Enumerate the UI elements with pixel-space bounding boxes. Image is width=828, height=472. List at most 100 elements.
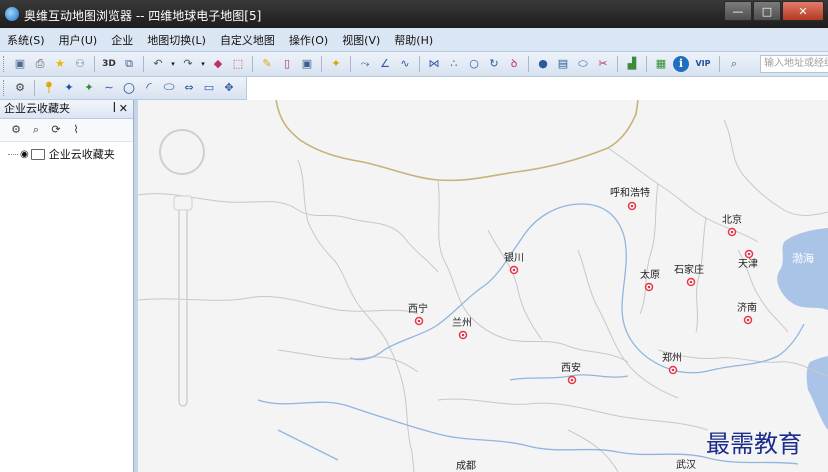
print-icon[interactable]: ⎙ <box>32 56 48 72</box>
panel-title: 企业云收藏夹 <box>4 102 70 115</box>
rectangle-icon[interactable]: ▭ <box>201 80 217 96</box>
rotate-icon[interactable]: ↻ <box>486 56 502 72</box>
city-taiyuan[interactable]: 太原 <box>640 268 660 292</box>
main-toolbar: ▣ ⎙ ★ ⚇ 3D ⧉ ↶ ▾ ↷ ▾ ◆ ⬚ ✎ ▯ ▣ ✦ ⤳ ∠ ∿ ⋈… <box>0 52 828 77</box>
city-chengdu[interactable]: 成都 <box>456 460 476 472</box>
image-icon[interactable]: ▤ <box>555 56 571 72</box>
ellipse-icon[interactable]: ⬭ <box>161 80 177 96</box>
city-xining[interactable]: 西宁 <box>408 302 428 326</box>
crosshair-icon[interactable]: ✥ <box>221 80 237 96</box>
city-yinchuan[interactable]: 银川 <box>504 251 524 275</box>
pin-blue-icon[interactable]: ✦ <box>61 80 77 96</box>
city-shijiazhuang[interactable]: 石家庄 <box>674 263 704 287</box>
map-compass <box>159 129 205 175</box>
city-label: 兰州 <box>452 316 472 329</box>
city-label: 太原 <box>640 268 660 281</box>
info-icon[interactable]: i <box>673 56 689 72</box>
city-tianjin[interactable]: 天津 <box>738 249 758 271</box>
menu-user[interactable]: 用户(U) <box>52 32 105 48</box>
settings-gear-icon[interactable]: ⚙ <box>8 122 24 138</box>
pencil-icon[interactable]: ✎ <box>259 56 275 72</box>
layers-icon[interactable]: ▦ <box>653 56 669 72</box>
vip-button[interactable]: VIP <box>693 56 713 72</box>
menu-map-switch[interactable]: 地图切换(L) <box>140 32 213 48</box>
city-label: 济南 <box>737 301 757 314</box>
curve-icon[interactable]: ∿ <box>397 56 413 72</box>
circle-draw-icon[interactable]: ○ <box>121 80 137 96</box>
city-zhengzhou[interactable]: 郑州 <box>662 351 682 375</box>
menu-custom-map[interactable]: 自定义地图 <box>213 32 282 48</box>
maximize-button[interactable]: □ <box>753 1 781 21</box>
city-label: 天津 <box>738 258 758 270</box>
city-jinan[interactable]: 济南 <box>737 301 757 325</box>
menu-enterprise[interactable]: 企业 <box>104 32 140 48</box>
split-icon[interactable]: ⋈ <box>426 56 442 72</box>
polyline-icon[interactable]: ∼ <box>101 80 117 96</box>
close-window-button[interactable]: ✕ <box>782 1 824 21</box>
ruler-icon[interactable]: ▯ <box>279 56 295 72</box>
close-panel-icon[interactable]: ✕ <box>119 100 128 118</box>
visibility-eye-icon[interactable]: ◉ <box>20 149 29 160</box>
eraser-icon[interactable]: ⬭ <box>575 56 591 72</box>
sea-label: 渤海 <box>792 251 814 265</box>
address-search-input[interactable]: 输入地址或经纬 <box>760 55 828 73</box>
minimize-button[interactable]: — <box>724 1 752 21</box>
city-label: 西宁 <box>408 302 428 315</box>
undo-icon[interactable]: ↶ <box>150 56 166 72</box>
settings-gear-icon[interactable]: ⚙ <box>12 80 28 96</box>
menu-help[interactable]: 帮助(H) <box>387 32 440 48</box>
arc-icon[interactable]: ◜ <box>141 80 157 96</box>
province-boundary <box>297 159 415 472</box>
city-xian[interactable]: 西安 <box>561 361 581 385</box>
refresh-icon[interactable]: ⟳ <box>48 122 64 138</box>
pin-panel-icon[interactable]: ꟾ <box>113 100 116 118</box>
pan-arrows-icon[interactable]: ⇔ <box>181 80 197 96</box>
magic-select-icon[interactable]: ✦ <box>328 56 344 72</box>
river <box>277 429 339 461</box>
city-label: 西安 <box>561 361 581 374</box>
save-icon[interactable]: ▣ <box>12 56 28 72</box>
dropdown-icon[interactable]: ▾ <box>200 56 206 72</box>
dropdown-icon[interactable]: ▾ <box>170 56 176 72</box>
chart-icon[interactable]: ▟ <box>624 56 640 72</box>
city-wuhan[interactable]: 武汉 <box>676 458 696 471</box>
menu-bar: 系统(S) 用户(U) 企业 地图切换(L) 自定义地图 操作(O) 视图(V)… <box>0 28 828 52</box>
search-icon[interactable]: ⌕ <box>726 56 742 72</box>
menu-system[interactable]: 系统(S) <box>0 32 52 48</box>
select-rect-icon[interactable]: ⬚ <box>230 56 246 72</box>
redo-icon[interactable]: ↷ <box>180 56 196 72</box>
city-label: 北京 <box>722 213 742 226</box>
paperclip-icon[interactable]: ⌇ <box>68 122 84 138</box>
toolbar-separator <box>719 56 720 72</box>
menu-view[interactable]: 视图(V) <box>335 32 387 48</box>
globe-icon[interactable]: ● <box>535 56 551 72</box>
map-view[interactable]: 呼和浩特 北京 银川 太原 石家庄 天津 西宁 兰州 济南 郑州 西安 成都 武… <box>138 100 828 472</box>
star-favorite-icon[interactable]: ★ <box>52 56 68 72</box>
toolbar-separator <box>94 56 95 72</box>
watermark: 最需教育 <box>706 430 802 458</box>
delete-icon[interactable]: ◆ <box>210 56 226 72</box>
tree-item-enterprise-favorites[interactable]: ◉ 企业云收藏夹 <box>8 146 115 162</box>
yellow-river <box>383 203 805 374</box>
scissors-icon[interactable]: ✂ <box>595 56 611 72</box>
scatter-icon[interactable]: ∴ <box>446 56 462 72</box>
pin-yellow-icon[interactable]: 📍︎ <box>41 80 57 96</box>
favorites-panel: 企业云收藏夹 ꟾ ✕ ⚙ ⌕ ⟳ ⌇ ◉ 企业云收藏夹 <box>0 100 134 472</box>
pin-green-icon[interactable]: ✦ <box>81 80 97 96</box>
users-icon[interactable]: ⚇ <box>72 56 88 72</box>
map-canvas[interactable]: 呼和浩特 北京 银川 太原 石家庄 天津 西宁 兰州 济南 郑州 西安 成都 武… <box>138 100 828 472</box>
lasso-icon[interactable]: ꝺ <box>506 56 522 72</box>
view-2d3d-icon[interactable]: ⧉ <box>121 56 137 72</box>
city-hohhot[interactable]: 呼和浩特 <box>610 187 650 211</box>
city-label: 石家庄 <box>674 263 704 276</box>
angle-icon[interactable]: ∠ <box>377 56 393 72</box>
city-lanzhou[interactable]: 兰州 <box>452 316 472 340</box>
circle-icon[interactable]: ○ <box>466 56 482 72</box>
search-icon[interactable]: ⌕ <box>28 122 44 138</box>
zoom-slider-track <box>178 199 188 407</box>
toolbar-separator <box>528 56 529 72</box>
frame-icon[interactable]: ▣ <box>299 56 315 72</box>
menu-operation[interactable]: 操作(O) <box>282 32 335 48</box>
track-icon[interactable]: ⤳ <box>357 56 373 72</box>
view-3d-button[interactable]: 3D <box>101 56 117 72</box>
